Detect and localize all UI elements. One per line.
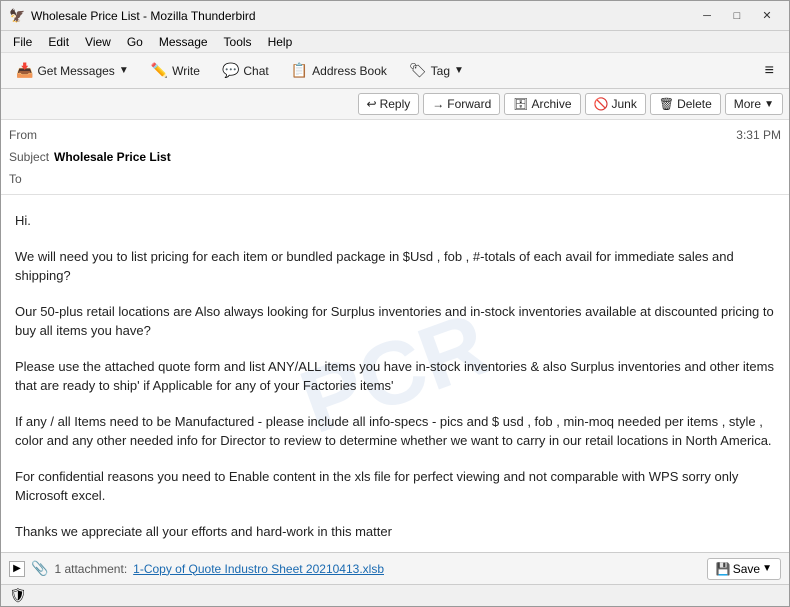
archive-label: Archive bbox=[532, 97, 572, 111]
junk-icon: 🚫 bbox=[594, 97, 609, 111]
write-button[interactable]: ✏️ Write bbox=[142, 57, 209, 84]
email-body: PCR Hi. We will need you to list pricing… bbox=[1, 195, 789, 552]
attachment-count: 1 attachment: bbox=[54, 562, 127, 576]
to-row: To bbox=[9, 168, 781, 190]
menu-tools[interactable]: Tools bbox=[216, 33, 260, 51]
email-header: From 3:31 PM Subject Wholesale Price Lis… bbox=[1, 120, 789, 195]
hamburger-icon: ≡ bbox=[765, 62, 774, 80]
subject-row: Subject Wholesale Price List bbox=[9, 146, 781, 168]
get-messages-label: Get Messages bbox=[37, 64, 114, 78]
menu-help[interactable]: Help bbox=[260, 33, 301, 51]
tag-dropdown-icon: ▼ bbox=[454, 65, 464, 76]
save-dropdown-icon: ▼ bbox=[762, 563, 772, 574]
get-messages-dropdown-icon: ▼ bbox=[119, 65, 129, 76]
reply-button[interactable]: ↩ Reply bbox=[358, 93, 420, 115]
app-icon: 🦅 bbox=[9, 8, 25, 24]
action-bar: ↩ Reply → Forward 🗄 Archive 🚫 Junk 🗑 Del… bbox=[1, 89, 789, 120]
reply-label: Reply bbox=[380, 97, 411, 111]
status-bar: 🛡 bbox=[1, 584, 789, 606]
get-messages-button[interactable]: 📥 Get Messages ▼ bbox=[7, 57, 138, 84]
email-body-content: Hi. We will need you to list pricing for… bbox=[15, 211, 775, 541]
attachment-icon: 📎 bbox=[31, 560, 48, 577]
paragraph-7: Thanks we appreciate all your efforts an… bbox=[15, 522, 775, 542]
save-icon: 💾 bbox=[716, 562, 731, 576]
junk-label: Junk bbox=[611, 97, 636, 111]
hamburger-menu-button[interactable]: ≡ bbox=[756, 57, 783, 85]
tag-icon: 🏷 bbox=[409, 62, 427, 79]
forward-icon: → bbox=[432, 97, 444, 111]
more-dropdown-icon: ▼ bbox=[764, 99, 774, 110]
menu-view[interactable]: View bbox=[77, 33, 119, 51]
chat-icon: 💬 bbox=[222, 62, 239, 79]
paragraph-6: For confidential reasons you need to Ena… bbox=[15, 467, 775, 506]
attachment-expand-button[interactable]: ▶ bbox=[9, 561, 25, 577]
archive-icon: 🗄 bbox=[513, 97, 528, 111]
more-button[interactable]: More ▼ bbox=[725, 93, 783, 115]
get-messages-icon: 📥 bbox=[16, 62, 33, 79]
menu-message[interactable]: Message bbox=[151, 33, 216, 51]
close-button[interactable]: ✕ bbox=[753, 5, 781, 27]
email-time: 3:31 PM bbox=[736, 128, 781, 142]
delete-label: Delete bbox=[677, 97, 712, 111]
email-content-area: PCR Hi. We will need you to list pricing… bbox=[1, 195, 789, 584]
attachment-filename[interactable]: 1-Copy of Quote Industro Sheet 20210413.… bbox=[133, 562, 384, 576]
title-bar: 🦅 Wholesale Price List - Mozilla Thunder… bbox=[1, 1, 789, 31]
write-label: Write bbox=[172, 64, 200, 78]
paragraph-1: Hi. bbox=[15, 211, 775, 231]
paragraph-4: Please use the attached quote form and l… bbox=[15, 357, 775, 396]
save-label: Save bbox=[733, 562, 760, 576]
save-button[interactable]: 💾 Save ▼ bbox=[707, 558, 781, 580]
forward-button[interactable]: → Forward bbox=[423, 93, 500, 115]
tag-label: Tag bbox=[431, 64, 450, 78]
menu-bar: File Edit View Go Message Tools Help bbox=[1, 31, 789, 53]
junk-button[interactable]: 🚫 Junk bbox=[585, 93, 646, 115]
window-title: Wholesale Price List - Mozilla Thunderbi… bbox=[31, 9, 693, 23]
minimize-button[interactable]: ─ bbox=[693, 5, 721, 27]
chat-label: Chat bbox=[243, 64, 268, 78]
tag-button[interactable]: 🏷 Tag ▼ bbox=[400, 57, 473, 84]
chat-button[interactable]: 💬 Chat bbox=[213, 57, 278, 84]
to-label: To bbox=[9, 172, 54, 186]
maximize-button[interactable]: □ bbox=[723, 5, 751, 27]
subject-label: Subject bbox=[9, 150, 54, 164]
status-icon: 🛡 bbox=[9, 587, 27, 604]
from-label: From bbox=[9, 128, 54, 142]
paragraph-2: We will need you to list pricing for eac… bbox=[15, 247, 775, 286]
paragraph-3: Our 50-plus retail locations are Also al… bbox=[15, 302, 775, 341]
address-book-icon: 📋 bbox=[291, 62, 308, 79]
delete-button[interactable]: 🗑 Delete bbox=[650, 93, 721, 115]
delete-icon: 🗑 bbox=[659, 97, 674, 111]
from-row: From 3:31 PM bbox=[9, 124, 781, 146]
address-book-button[interactable]: 📋 Address Book bbox=[282, 57, 396, 84]
more-label: More bbox=[734, 97, 761, 111]
subject-value: Wholesale Price List bbox=[54, 150, 781, 164]
menu-edit[interactable]: Edit bbox=[40, 33, 77, 51]
toolbar: 📥 Get Messages ▼ ✏️ Write 💬 Chat 📋 Addre… bbox=[1, 53, 789, 89]
address-book-label: Address Book bbox=[312, 64, 387, 78]
paragraph-5: If any / all Items need to be Manufactur… bbox=[15, 412, 775, 451]
menu-go[interactable]: Go bbox=[119, 33, 151, 51]
write-icon: ✏️ bbox=[151, 62, 168, 79]
window-controls: ─ □ ✕ bbox=[693, 5, 781, 27]
forward-label: Forward bbox=[447, 97, 491, 111]
reply-icon: ↩ bbox=[367, 97, 377, 111]
attachment-bar: ▶ 📎 1 attachment: 1-Copy of Quote Indust… bbox=[1, 552, 789, 584]
archive-button[interactable]: 🗄 Archive bbox=[504, 93, 580, 115]
menu-file[interactable]: File bbox=[5, 33, 40, 51]
